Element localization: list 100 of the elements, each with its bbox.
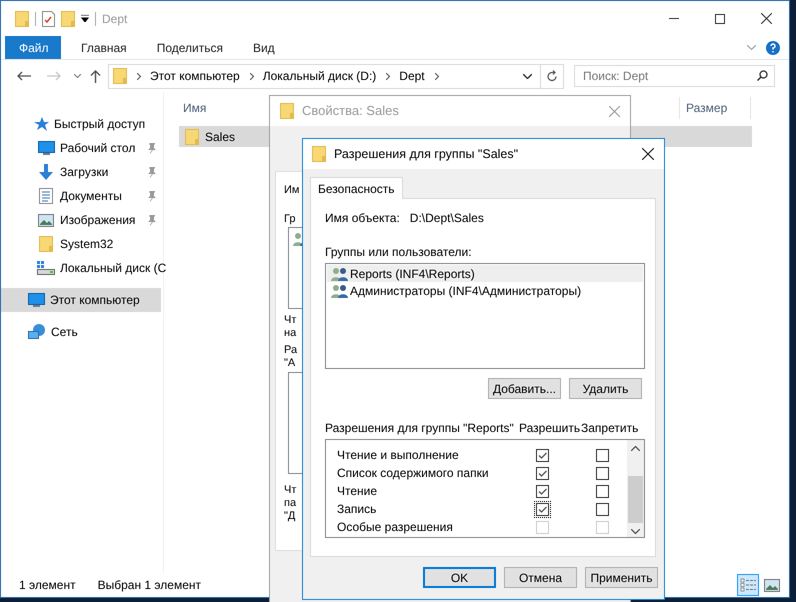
folder-icon — [185, 128, 199, 144]
pin-icon — [147, 214, 157, 226]
pin-icon — [147, 142, 157, 154]
ribbon-tab[interactable]: Главная — [67, 36, 141, 59]
help-icon[interactable] — [766, 40, 780, 54]
remove-button[interactable]: Удалить — [569, 378, 642, 399]
dialog-title: Свойства: Sales — [302, 102, 399, 120]
group-item[interactable]: Reports (INF4\Reports) — [327, 265, 643, 282]
sidebar-item[interactable]: Изображения — [1, 208, 163, 232]
status-text: Выбран 1 элемент — [98, 577, 201, 594]
checkbox[interactable] — [534, 446, 551, 464]
checkbox[interactable] — [534, 482, 551, 500]
details-view-button[interactable] — [737, 574, 759, 596]
permission-name: Запись — [337, 501, 378, 518]
check-icon — [537, 504, 548, 514]
ribbon-tab[interactable]: Вид — [238, 36, 289, 59]
sidebar-item[interactable]: Загрузки — [1, 160, 163, 184]
file-menu-tab[interactable]: Файл — [5, 36, 61, 59]
drive-icon — [37, 261, 55, 275]
scroll-up-icon[interactable] — [631, 446, 640, 451]
groups-label: Группы или пользователи: — [325, 244, 473, 261]
permissions-label: Разрешения для группы "Reports" — [325, 420, 515, 437]
users-icon — [331, 266, 348, 280]
scroll-down-icon[interactable] — [631, 529, 640, 534]
close-icon[interactable] — [760, 13, 772, 24]
tiles-view-icon — [764, 578, 780, 592]
checkbox[interactable] — [534, 464, 551, 482]
checkbox[interactable] — [534, 500, 551, 518]
checkbox[interactable] — [594, 500, 611, 518]
folder-icon — [312, 146, 326, 162]
computer-icon — [28, 292, 45, 308]
dialog-button[interactable]: Применить — [585, 567, 658, 588]
group-item[interactable]: Администраторы (INF4\Администраторы) — [327, 282, 643, 299]
label-text: Им — [284, 184, 300, 197]
sidebar-item[interactable]: System32 — [1, 232, 163, 256]
object-path: D:\Dept\Sales — [410, 210, 484, 227]
dialog-button[interactable]: Отмена — [504, 567, 577, 588]
desktop-icon — [38, 140, 54, 156]
chevron-down-icon[interactable] — [523, 74, 532, 78]
image-icon — [38, 214, 54, 226]
folder-icon — [280, 103, 294, 119]
add-button[interactable]: Добавить... — [488, 378, 561, 399]
permission-name: Список содержимого папки — [337, 465, 490, 482]
folder-icon — [113, 68, 127, 84]
properties-check-icon[interactable] — [42, 10, 55, 26]
sidebar-item[interactable]: Рабочий стол — [1, 136, 163, 160]
star-icon — [33, 116, 49, 132]
chevron-right-icon — [434, 72, 439, 80]
up-arrow-icon[interactable] — [90, 70, 101, 82]
document-icon — [39, 188, 53, 204]
window-title: Dept — [102, 10, 128, 28]
dropdown-caret-icon[interactable] — [81, 15, 89, 22]
object-label: Имя объекта: — [325, 210, 400, 227]
sidebar-item[interactable]: Быстрый доступ — [1, 112, 163, 136]
new-folder-icon — [61, 10, 75, 26]
column-header: Запретить — [581, 420, 638, 437]
label-text: Ра "А — [284, 344, 298, 370]
search-icon — [757, 70, 768, 81]
search-field[interactable]: Поиск: Dept — [574, 65, 775, 87]
permission-name: Чтение — [337, 483, 378, 500]
chevron-right-icon — [137, 72, 141, 80]
check-icon — [537, 450, 548, 460]
maximize-icon[interactable] — [715, 14, 725, 24]
address-bar[interactable]: Этот компьютер Локальный диск (D:) Dept — [108, 64, 564, 88]
checkbox[interactable] — [594, 482, 611, 500]
dialog-title: Разрешения для группы "Sales" — [334, 146, 518, 163]
close-icon[interactable] — [642, 148, 654, 160]
breadcrumb[interactable]: Dept — [399, 67, 425, 85]
breadcrumb[interactable]: Этот компьютер — [150, 67, 240, 85]
users-icon — [331, 284, 348, 298]
checkbox[interactable] — [594, 464, 611, 482]
column-header: Разрешить — [519, 420, 581, 437]
permission-name: Особые разрешения — [337, 519, 454, 536]
ribbon-tab[interactable]: Поделиться — [142, 36, 237, 59]
check-icon — [537, 468, 548, 478]
status-text: 1 элемент — [19, 577, 76, 594]
pin-icon — [147, 166, 157, 178]
sidebar-item[interactable]: Этот компьютер — [1, 288, 161, 312]
network-icon — [28, 324, 46, 340]
pin-icon — [147, 190, 157, 202]
dialog-tab[interactable]: Безопасность — [310, 177, 403, 199]
sidebar-item[interactable]: Документы — [1, 184, 163, 208]
refresh-icon[interactable] — [546, 70, 558, 82]
scrollbar[interactable] — [627, 440, 644, 537]
label-text: Чт па "Д — [284, 484, 298, 523]
dialog-button[interactable]: OK — [423, 567, 496, 588]
breadcrumb[interactable]: Локальный диск (D:) — [262, 67, 376, 85]
back-arrow-icon[interactable] — [17, 71, 31, 81]
checkbox[interactable] — [594, 446, 611, 464]
column-header[interactable]: Размер — [680, 99, 750, 117]
download-arrow-icon — [38, 164, 54, 180]
permission-name: Чтение и выполнение — [337, 447, 460, 464]
label-text: Гр — [284, 213, 296, 226]
check-icon — [537, 486, 548, 496]
chevron-right-icon — [250, 72, 254, 80]
folder-icon — [39, 236, 53, 252]
label-text: Чт на — [284, 314, 298, 340]
sidebar-item[interactable]: Сеть — [1, 320, 161, 344]
chevron-right-icon — [386, 72, 390, 80]
folder-icon — [15, 10, 29, 26]
